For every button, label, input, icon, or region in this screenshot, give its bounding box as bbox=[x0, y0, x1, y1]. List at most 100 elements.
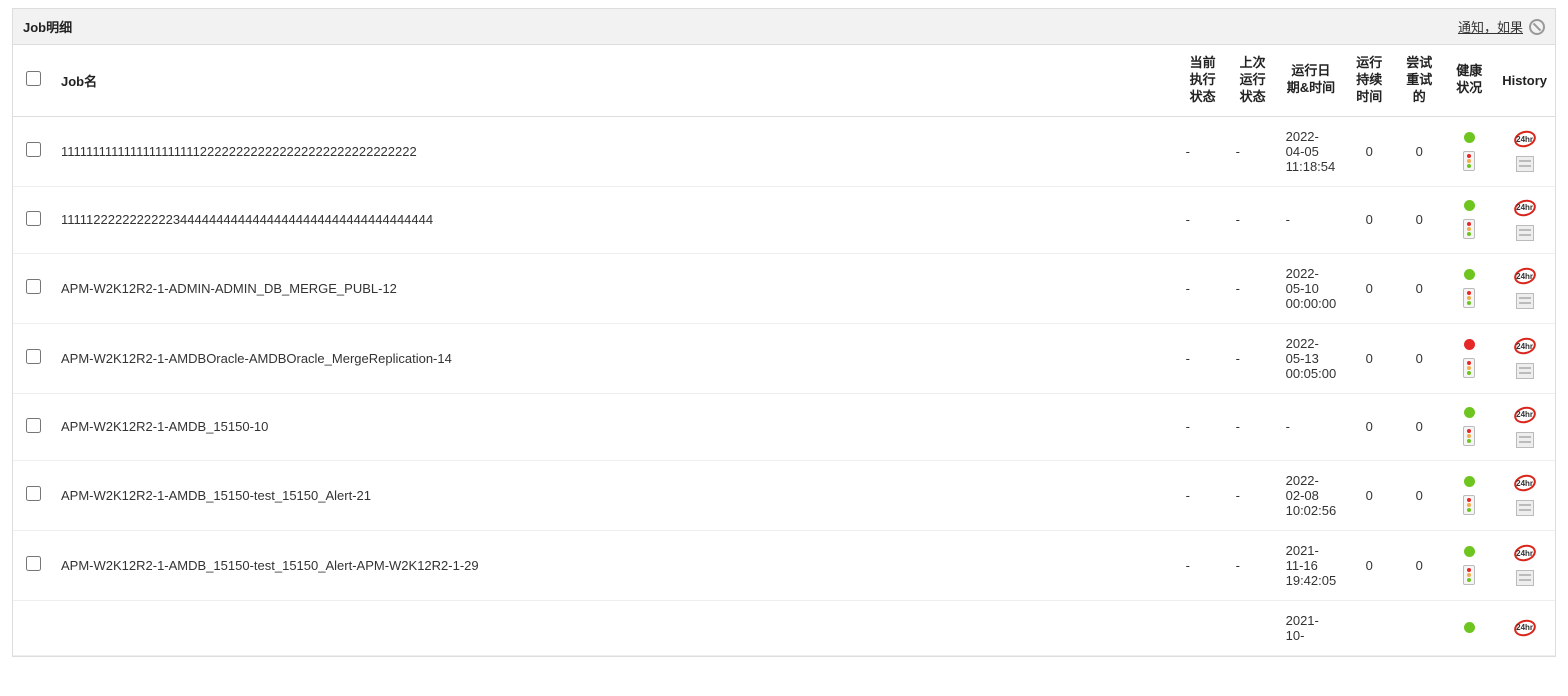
run-datetime-cell: 2022-05-13 00:05:00 bbox=[1278, 323, 1345, 393]
current-status-cell: - bbox=[1178, 323, 1228, 393]
job-name-cell[interactable]: APM-W2K12R2-1-AMDBOracle-AMDBOracle_Merg… bbox=[53, 323, 1178, 393]
row-checkbox[interactable] bbox=[26, 556, 41, 571]
run-datetime-cell: 2021-11-16 19:42:05 bbox=[1278, 530, 1345, 600]
notify-link[interactable]: 通知，如果 bbox=[1458, 17, 1523, 36]
health-cell bbox=[1444, 116, 1494, 186]
job-name-cell[interactable] bbox=[53, 600, 1178, 655]
badge-24hr-icon[interactable]: 24hr bbox=[1514, 544, 1536, 562]
traffic-light-icon[interactable] bbox=[1463, 151, 1475, 171]
status-dot-green-icon[interactable] bbox=[1464, 546, 1475, 557]
panel-header: Job明细 通知，如果 bbox=[13, 9, 1555, 45]
retries-cell: 0 bbox=[1394, 253, 1444, 323]
job-name-cell[interactable]: 1111111111111111111111222222222222222222… bbox=[53, 116, 1178, 186]
table-row: APM-W2K12R2-1-AMDB_15150-test_15150_Aler… bbox=[13, 530, 1555, 600]
col-last-status[interactable]: 上次运行状态 bbox=[1228, 45, 1278, 116]
history-log-icon[interactable] bbox=[1516, 570, 1534, 586]
panel-header-right: 通知，如果 bbox=[1458, 17, 1545, 36]
disable-icon[interactable] bbox=[1529, 19, 1545, 35]
row-checkbox[interactable] bbox=[26, 211, 41, 226]
duration-cell: 0 bbox=[1344, 460, 1394, 530]
duration-cell: 0 bbox=[1344, 530, 1394, 600]
last-status-cell: - bbox=[1228, 460, 1278, 530]
history-cell: 24hr bbox=[1494, 186, 1555, 253]
row-checkbox-cell bbox=[13, 323, 53, 393]
status-dot-green-icon[interactable] bbox=[1464, 132, 1475, 143]
row-checkbox[interactable] bbox=[26, 418, 41, 433]
row-checkbox-cell bbox=[13, 530, 53, 600]
traffic-light-icon[interactable] bbox=[1463, 565, 1475, 585]
current-status-cell: - bbox=[1178, 393, 1228, 460]
last-status-cell: - bbox=[1228, 530, 1278, 600]
col-history[interactable]: History bbox=[1494, 45, 1555, 116]
health-cell bbox=[1444, 323, 1494, 393]
status-dot-green-icon[interactable] bbox=[1464, 200, 1475, 211]
row-checkbox[interactable] bbox=[26, 279, 41, 294]
traffic-light-icon[interactable] bbox=[1463, 495, 1475, 515]
job-table: Job名 当前执行状态 上次运行状态 运行日期&时间 运行持续时间 尝试重试的 … bbox=[13, 45, 1555, 656]
row-checkbox-cell bbox=[13, 253, 53, 323]
row-checkbox[interactable] bbox=[26, 142, 41, 157]
history-cell: 24hr bbox=[1494, 530, 1555, 600]
health-cell bbox=[1444, 393, 1494, 460]
row-checkbox[interactable] bbox=[26, 486, 41, 501]
job-name-cell[interactable]: 1111122222222222344444444444444444444444… bbox=[53, 186, 1178, 253]
history-log-icon[interactable] bbox=[1516, 225, 1534, 241]
badge-24hr-icon[interactable]: 24hr bbox=[1514, 130, 1536, 148]
panel-title: Job明细 bbox=[23, 17, 72, 36]
retries-cell: 0 bbox=[1394, 460, 1444, 530]
run-datetime-cell: - bbox=[1278, 393, 1345, 460]
table-row: APM-W2K12R2-1-ADMIN-ADMIN_DB_MERGE_PUBL-… bbox=[13, 253, 1555, 323]
health-cell bbox=[1444, 460, 1494, 530]
badge-24hr-icon[interactable]: 24hr bbox=[1514, 406, 1536, 424]
traffic-light-icon[interactable] bbox=[1463, 358, 1475, 378]
badge-24hr-icon[interactable]: 24hr bbox=[1514, 337, 1536, 355]
traffic-light-icon[interactable] bbox=[1463, 219, 1475, 239]
badge-24hr-icon[interactable]: 24hr bbox=[1514, 199, 1536, 217]
table-row: APM-W2K12R2-1-AMDB_15150-10---0024hr bbox=[13, 393, 1555, 460]
status-dot-red-icon[interactable] bbox=[1464, 339, 1475, 350]
run-datetime-cell: - bbox=[1278, 186, 1345, 253]
history-log-icon[interactable] bbox=[1516, 293, 1534, 309]
traffic-light-icon[interactable] bbox=[1463, 426, 1475, 446]
badge-24hr-icon[interactable]: 24hr bbox=[1514, 474, 1536, 492]
job-name-cell[interactable]: APM-W2K12R2-1-ADMIN-ADMIN_DB_MERGE_PUBL-… bbox=[53, 253, 1178, 323]
col-health[interactable]: 健康状况 bbox=[1444, 45, 1494, 116]
badge-24hr-icon[interactable]: 24hr bbox=[1514, 619, 1536, 637]
current-status-cell: - bbox=[1178, 116, 1228, 186]
row-checkbox-cell bbox=[13, 393, 53, 460]
row-checkbox-cell bbox=[13, 600, 53, 655]
status-dot-green-icon[interactable] bbox=[1464, 269, 1475, 280]
duration-cell: 0 bbox=[1344, 393, 1394, 460]
job-name-cell[interactable]: APM-W2K12R2-1-AMDB_15150-10 bbox=[53, 393, 1178, 460]
retries-cell: 0 bbox=[1394, 393, 1444, 460]
table-body: 1111111111111111111111222222222222222222… bbox=[13, 116, 1555, 655]
run-datetime-cell: 2022-05-10 00:00:00 bbox=[1278, 253, 1345, 323]
col-run-datetime[interactable]: 运行日期&时间 bbox=[1278, 45, 1345, 116]
col-retries[interactable]: 尝试重试的 bbox=[1394, 45, 1444, 116]
status-dot-green-icon[interactable] bbox=[1464, 407, 1475, 418]
history-cell: 24hr bbox=[1494, 600, 1555, 655]
col-duration[interactable]: 运行持续时间 bbox=[1344, 45, 1394, 116]
col-current-status[interactable]: 当前执行状态 bbox=[1178, 45, 1228, 116]
job-name-cell[interactable]: APM-W2K12R2-1-AMDB_15150-test_15150_Aler… bbox=[53, 530, 1178, 600]
retries-cell: 0 bbox=[1394, 116, 1444, 186]
row-checkbox-cell bbox=[13, 460, 53, 530]
col-jobname[interactable]: Job名 bbox=[53, 45, 1178, 116]
run-datetime-cell: 2021-10- bbox=[1278, 600, 1345, 655]
history-cell: 24hr bbox=[1494, 253, 1555, 323]
job-name-cell[interactable]: APM-W2K12R2-1-AMDB_15150-test_15150_Aler… bbox=[53, 460, 1178, 530]
row-checkbox[interactable] bbox=[26, 349, 41, 364]
history-log-icon[interactable] bbox=[1516, 363, 1534, 379]
select-all-checkbox[interactable] bbox=[26, 71, 41, 86]
status-dot-green-icon[interactable] bbox=[1464, 476, 1475, 487]
table-row: APM-W2K12R2-1-AMDBOracle-AMDBOracle_Merg… bbox=[13, 323, 1555, 393]
traffic-light-icon[interactable] bbox=[1463, 288, 1475, 308]
status-dot-green-icon[interactable] bbox=[1464, 622, 1475, 633]
history-log-icon[interactable] bbox=[1516, 500, 1534, 516]
badge-24hr-icon[interactable]: 24hr bbox=[1514, 267, 1536, 285]
row-checkbox-cell bbox=[13, 116, 53, 186]
history-log-icon[interactable] bbox=[1516, 432, 1534, 448]
history-log-icon[interactable] bbox=[1516, 156, 1534, 172]
current-status-cell: - bbox=[1178, 530, 1228, 600]
retries-cell bbox=[1394, 600, 1444, 655]
